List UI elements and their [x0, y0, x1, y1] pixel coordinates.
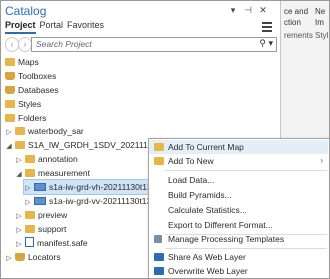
tree-item-preview[interactable]: ▷ preview [15, 208, 67, 222]
databases-label: Databases [18, 85, 59, 95]
database-icon [5, 86, 15, 94]
folders-icon [5, 114, 15, 122]
folder-icon [25, 169, 35, 177]
support-label: support [38, 224, 67, 234]
tree-item-waterbody[interactable]: ▷ waterbody_sar [5, 124, 84, 138]
toolbox-icon [5, 72, 15, 80]
folder-icon [15, 127, 25, 135]
raster-icon [34, 183, 46, 191]
tree-item-manifest[interactable]: ▷ manifest.safe [15, 236, 88, 250]
menu-item-load-data[interactable]: Load Data... [149, 173, 328, 187]
styles-icon [5, 100, 15, 108]
tree-item-folders[interactable]: Folders [5, 111, 46, 125]
locators-label: Locators [28, 252, 61, 262]
raster-icon [34, 197, 46, 205]
search-placeholder: Search Project [36, 39, 92, 49]
manage-templates-label: Manage Processing Templates [168, 234, 285, 244]
folder-icon [15, 141, 25, 149]
menu-separator [165, 248, 327, 249]
collapse-icon[interactable]: ◢ [15, 168, 23, 182]
add-to-current-map-label: Add To Current Map [168, 142, 244, 152]
search-icons: ⚲ ▾ [259, 38, 273, 49]
ribbon-new-label: Ne [315, 7, 326, 16]
file-icon [25, 237, 34, 247]
screenshot-frame: Catalog ▾ ⊣ ✕ Project Portal Favorites ‹… [0, 0, 330, 279]
toolboxes-label: Toolboxes [18, 71, 57, 81]
ribbon-import-button[interactable]: Im [315, 18, 324, 27]
measurement-label: measurement [38, 168, 90, 178]
ribbon-import-label: Im [315, 18, 324, 27]
folder-icon [25, 225, 35, 233]
share-web-layer-label: Share As Web Layer [168, 252, 246, 262]
locator-icon [15, 253, 25, 261]
calculate-statistics-label: Calculate Statistics... [168, 205, 247, 215]
menu-item-manage-templates[interactable]: Manage Processing Templates [149, 232, 328, 246]
menu-item-add-to-current-map[interactable]: Add To Current Map [149, 140, 328, 154]
ribbon-group-label: rements [284, 31, 313, 40]
menu-item-share-web-layer[interactable]: Share As Web Layer [149, 250, 328, 264]
menu-item-overwrite-web-layer[interactable]: Overwrite Web Layer [149, 264, 328, 278]
tree-item-toolboxes[interactable]: Toolboxes [5, 69, 56, 83]
search-input[interactable]: Search Project ⚲ ▾ [31, 37, 277, 52]
tree-item-styles[interactable]: Styles [5, 97, 41, 111]
close-icon[interactable]: ✕ [257, 5, 269, 16]
tree-item-databases[interactable]: Databases [5, 83, 59, 97]
tree-item-annotation[interactable]: ▷ annotation [15, 152, 78, 166]
add-new-icon [154, 157, 164, 165]
folders-label: Folders [18, 113, 47, 123]
hamburger-menu-icon[interactable] [262, 20, 272, 34]
tree-item-vh-file[interactable]: ▷ s1a-iw-grd-vh-20211130t131556- [23, 179, 173, 195]
pin-icon[interactable]: ⊣ [242, 5, 254, 16]
tab-favorites[interactable]: Favorites [67, 20, 104, 34]
overwrite-web-layer-label: Overwrite Web Layer [168, 266, 248, 276]
preview-label: preview [38, 210, 68, 220]
submenu-chevron-icon: › [320, 156, 323, 165]
build-pyramids-label: Build Pyramids... [168, 190, 232, 200]
tab-project[interactable]: Project [5, 20, 36, 34]
waterbody-label: waterbody_sar [28, 126, 84, 136]
pane-controls: ▾ ⊣ ✕ [227, 5, 269, 16]
menu-separator [165, 170, 327, 171]
catalog-title: Catalog [5, 4, 47, 18]
menu-item-add-to-new[interactable]: Add To New › [149, 154, 328, 168]
maps-icon [5, 58, 15, 66]
forward-icon[interactable]: › [18, 37, 32, 52]
tree-item-locators[interactable]: ▷ Locators [5, 250, 61, 266]
add-map-icon [154, 143, 164, 151]
ribbon-style-label: Styl [315, 31, 329, 40]
expand-icon[interactable]: ▷ [5, 252, 13, 266]
search-row: ‹ › Search Project ⚲ ▾ [5, 37, 277, 52]
maps-label: Maps [18, 57, 39, 67]
overwrite-web-layer-icon [154, 267, 164, 275]
annotation-label: annotation [38, 154, 78, 164]
export-format-label: Export to Different Format... [168, 220, 273, 230]
catalog-tabs: Project Portal Favorites [5, 20, 104, 34]
menu-item-calculate-statistics[interactable]: Calculate Statistics... [149, 203, 328, 217]
ribbon-text-2: ction [284, 18, 301, 27]
add-to-new-label: Add To New [168, 156, 214, 166]
search-icon[interactable]: ⚲ [259, 38, 266, 48]
tab-portal[interactable]: Portal [40, 20, 64, 34]
share-web-layer-icon [154, 253, 164, 261]
dropdown-icon[interactable]: ▾ [227, 5, 239, 16]
folder-icon [25, 155, 35, 163]
back-icon[interactable]: ‹ [5, 37, 19, 52]
search-dropdown-icon[interactable]: ▾ [268, 38, 273, 48]
menu-item-build-pyramids[interactable]: Build Pyramids... [149, 188, 328, 202]
ribbon-new-button[interactable]: Ne [315, 7, 325, 16]
templates-icon [154, 235, 162, 243]
ribbon-text-1: ce and [284, 7, 309, 16]
styles-label: Styles [18, 99, 42, 109]
tree-item-measurement[interactable]: ◢ measurement [15, 166, 90, 180]
menu-item-export-format[interactable]: Export to Different Format... [149, 218, 328, 232]
folder-icon [25, 211, 35, 219]
collapse-icon[interactable]: ◢ [5, 140, 13, 154]
context-menu: Add To Current Map Add To New › Load Dat… [148, 138, 329, 278]
tree-item-support[interactable]: ▷ support [15, 222, 66, 236]
load-data-label: Load Data... [168, 175, 215, 185]
manifest-label: manifest.safe [37, 238, 88, 248]
tree-item-maps[interactable]: Maps [5, 55, 39, 69]
